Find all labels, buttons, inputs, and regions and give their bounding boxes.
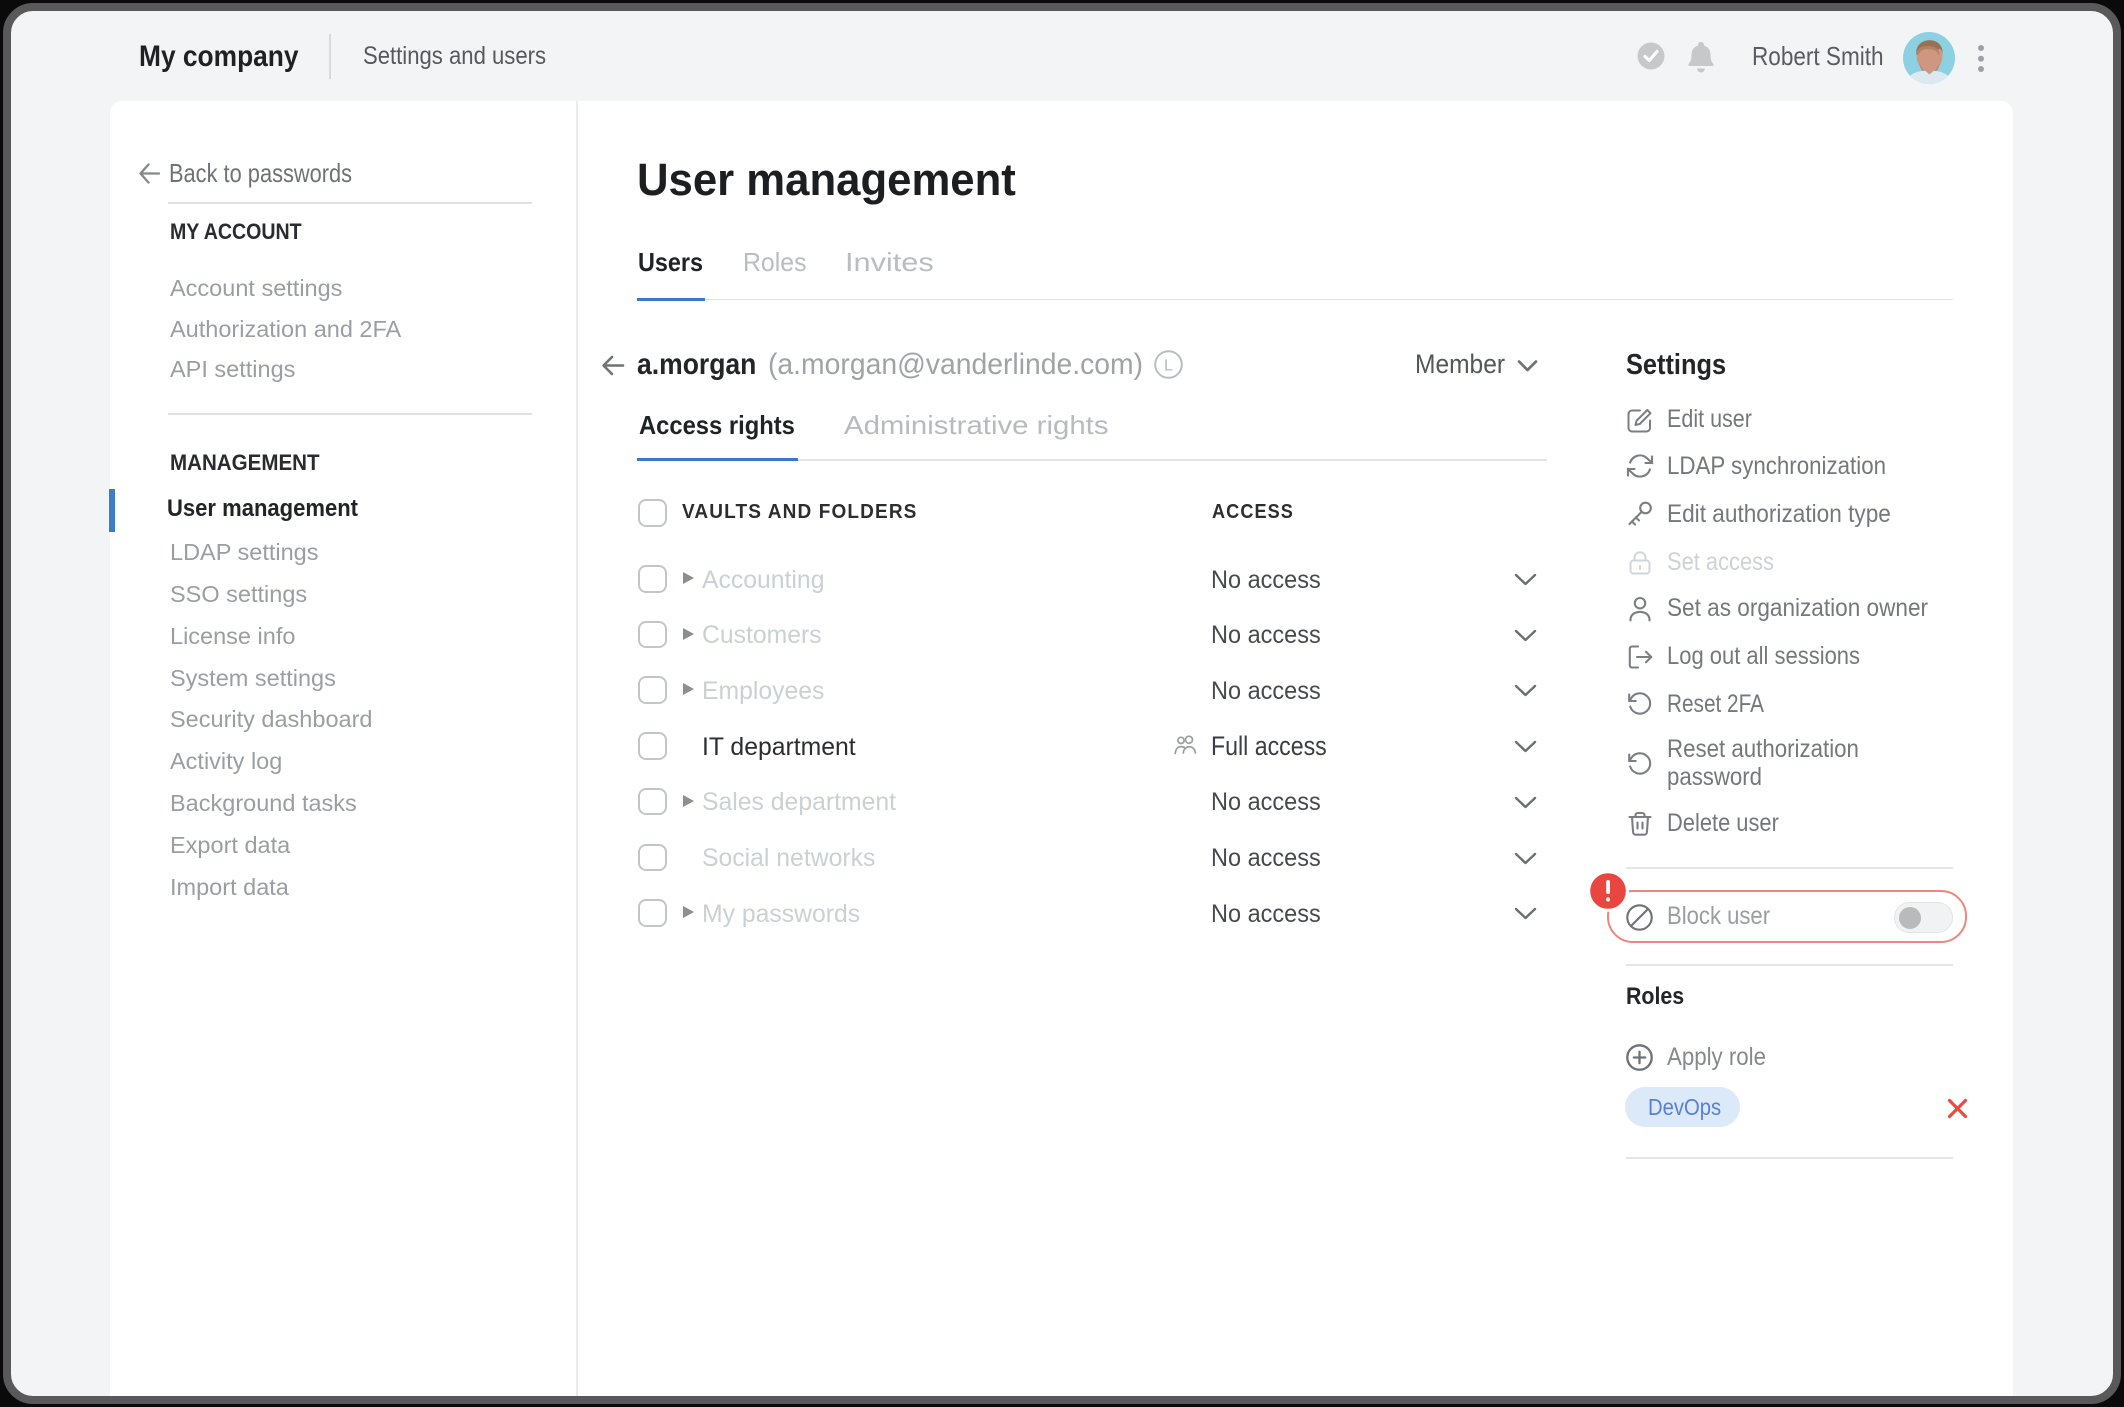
svg-text:L: L	[1164, 358, 1173, 375]
